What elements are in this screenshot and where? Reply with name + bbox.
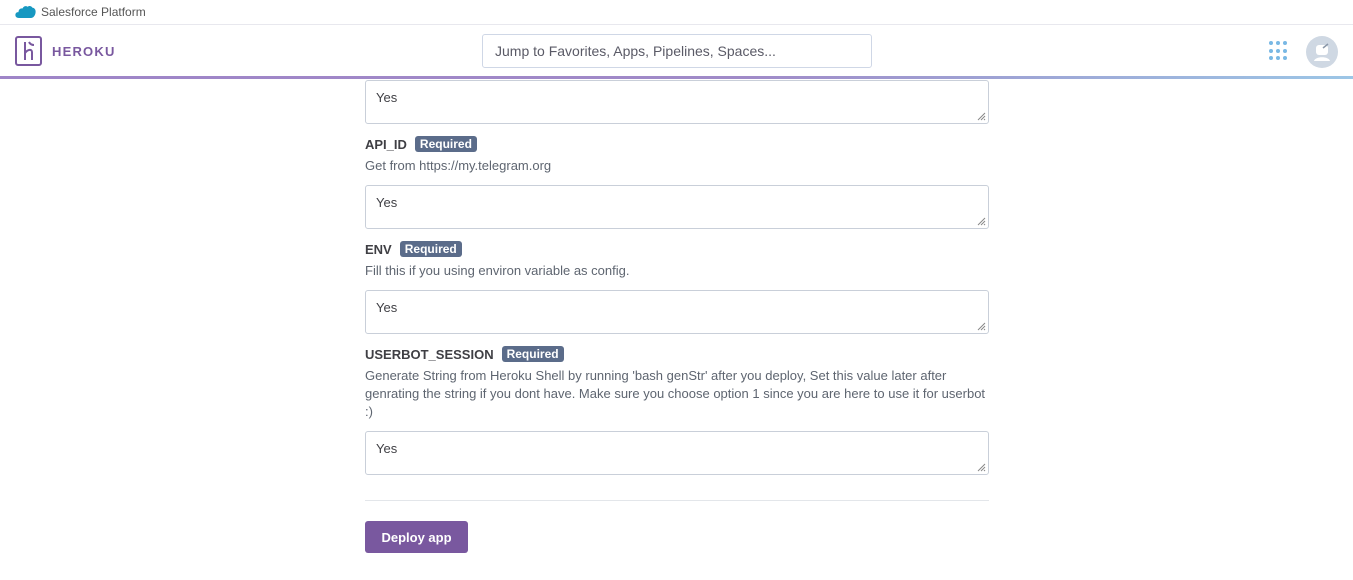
- favorites-search-input[interactable]: [482, 34, 872, 68]
- salesforce-platform-bar: Salesforce Platform: [0, 0, 1353, 25]
- heroku-logo[interactable]: HEROKU: [15, 36, 116, 66]
- field-value-text: Yes: [376, 441, 398, 456]
- salesforce-cloud-icon: [15, 6, 36, 18]
- avatar-icon: [1314, 43, 1330, 61]
- resize-grip-icon[interactable]: [977, 463, 986, 472]
- salesforce-platform-label: Salesforce Platform: [41, 5, 146, 19]
- required-badge: Required: [414, 136, 477, 152]
- field-value-input[interactable]: Yes: [365, 80, 989, 124]
- config-vars-form: Yes API_ID Required Get from https://my.…: [365, 79, 989, 475]
- config-field: API_ID Required Get from https://my.tele…: [365, 135, 989, 229]
- user-avatar[interactable]: [1306, 36, 1338, 68]
- field-value-input[interactable]: Yes: [365, 290, 989, 334]
- field-value-text: Yes: [376, 195, 398, 210]
- field-description: Generate String from Heroku Shell by run…: [365, 368, 986, 419]
- field-label-row: USERBOT_SESSION Required: [365, 345, 989, 363]
- config-field: USERBOT_SESSION Required Generate String…: [365, 345, 989, 475]
- required-badge: Required: [399, 241, 462, 257]
- resize-grip-icon[interactable]: [977, 217, 986, 226]
- field-label: API_ID: [365, 136, 407, 152]
- deploy-app-button[interactable]: Deploy app: [365, 521, 468, 553]
- field-description: Get from https://my.telegram.org: [365, 158, 552, 173]
- required-badge: Required: [501, 346, 564, 362]
- field-label: ENV: [365, 241, 392, 257]
- resize-grip-icon[interactable]: [977, 112, 986, 121]
- field-value-text: Yes: [376, 300, 398, 315]
- heroku-brand-name: HEROKU: [52, 43, 116, 59]
- field-label: USERBOT_SESSION: [365, 346, 494, 362]
- field-value-input[interactable]: Yes: [365, 185, 989, 229]
- field-label-row: API_ID Required: [365, 135, 989, 153]
- apps-grid-icon[interactable]: [1269, 41, 1289, 61]
- config-field: ENV Required Fill this if you using envi…: [365, 240, 989, 334]
- heroku-logo-icon: [15, 36, 42, 66]
- resize-grip-icon[interactable]: [977, 322, 986, 331]
- form-divider: [365, 500, 989, 501]
- heroku-header: HEROKU: [0, 25, 1353, 76]
- field-value-input[interactable]: Yes: [365, 431, 989, 475]
- field-label-row: ENV Required: [365, 240, 989, 258]
- config-field: Yes: [365, 80, 989, 124]
- field-description: Fill this if you using environ variable …: [365, 263, 630, 278]
- field-value-text: Yes: [376, 90, 398, 105]
